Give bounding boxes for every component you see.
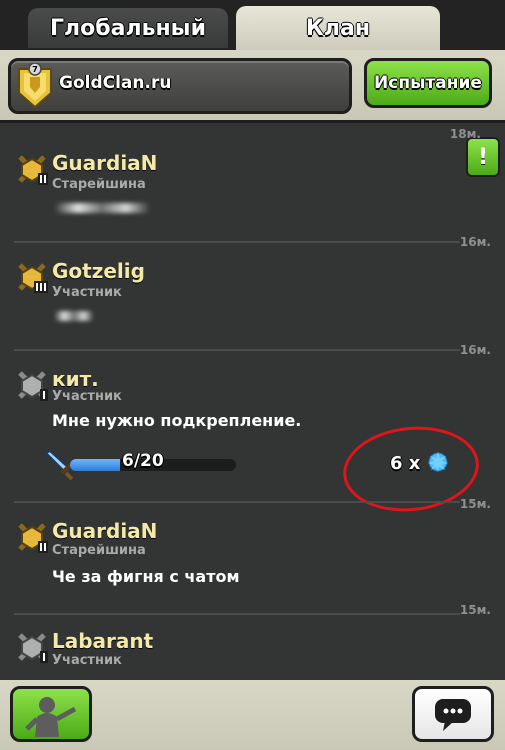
player-role: Участник bbox=[52, 285, 122, 300]
message-time: 16м. bbox=[459, 343, 491, 357]
clan-info-box[interactable]: 7 GoldClan.ru bbox=[8, 58, 352, 114]
message-text: Че за фигня с чатом bbox=[52, 567, 240, 586]
message-time: 15м. bbox=[459, 497, 491, 511]
player-name[interactable]: GuardiaN bbox=[52, 151, 157, 175]
troops-button[interactable] bbox=[10, 686, 92, 742]
blurred-text bbox=[54, 203, 150, 213]
message-text: Мне нужно подкрепление. bbox=[52, 411, 302, 430]
player-role: Участник bbox=[52, 653, 122, 668]
progress-fill bbox=[70, 459, 120, 471]
challenge-button[interactable]: Испытание bbox=[364, 58, 492, 108]
player-name[interactable]: Gotzelig bbox=[52, 259, 145, 283]
player-role: Старейшина bbox=[52, 543, 146, 558]
clan-name: GoldClan.ru bbox=[59, 73, 172, 93]
reinforcement-progress: 6/20 bbox=[40, 449, 240, 481]
barbarian-icon bbox=[25, 697, 77, 737]
divider bbox=[14, 613, 460, 615]
tab-bar: Глобальный Клан bbox=[0, 0, 505, 52]
progress-text: 6/20 bbox=[122, 451, 164, 471]
swords-rank-icon bbox=[18, 633, 48, 663]
divider bbox=[14, 501, 460, 503]
elder-rank-icon bbox=[18, 155, 48, 185]
bottom-bar bbox=[0, 680, 505, 750]
tab-clan[interactable]: Клан bbox=[236, 6, 440, 50]
message-time: 18м. bbox=[449, 127, 481, 141]
svg-text:7: 7 bbox=[32, 65, 38, 74]
chat-bubble-icon bbox=[435, 699, 471, 731]
clan-badge-icon: 7 bbox=[18, 63, 52, 109]
alert-button[interactable]: ! bbox=[466, 137, 500, 177]
player-role: Старейшина bbox=[52, 177, 146, 192]
elder-rank-icon bbox=[18, 523, 48, 553]
blurred-text bbox=[54, 311, 94, 321]
clan-header: 7 GoldClan.ru Испытание bbox=[0, 50, 505, 120]
chat-button[interactable] bbox=[412, 686, 494, 742]
message-time: 16м. bbox=[459, 235, 491, 249]
player-name[interactable]: кит. bbox=[52, 367, 99, 391]
message-time: 15м. bbox=[459, 603, 491, 617]
player-role: Участник bbox=[52, 389, 122, 404]
tab-global[interactable]: Глобальный bbox=[28, 8, 228, 48]
divider bbox=[14, 241, 460, 243]
swords-rank-icon bbox=[18, 371, 48, 401]
player-name[interactable]: Labarant bbox=[52, 629, 153, 653]
chat-list[interactable]: ! 18м. GuardiaN Старейшина 16м. Gotzelig… bbox=[0, 120, 505, 683]
player-name[interactable]: GuardiaN bbox=[52, 519, 157, 543]
divider bbox=[14, 349, 460, 351]
member-rank-icon bbox=[18, 263, 48, 293]
